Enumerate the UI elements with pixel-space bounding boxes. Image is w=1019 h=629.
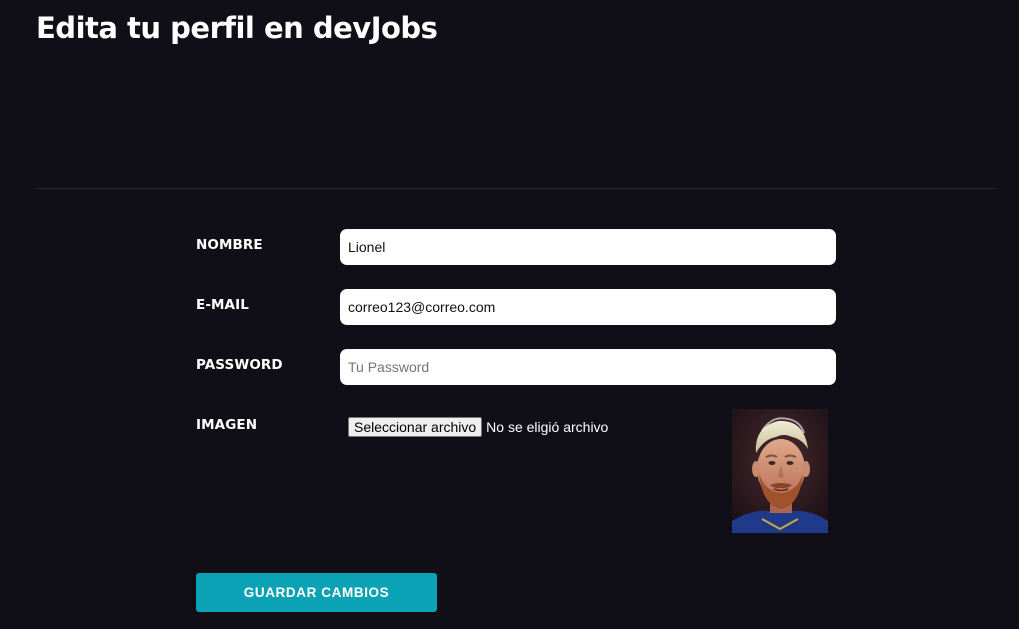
- file-input[interactable]: Seleccionar archivo No se eligió archivo: [348, 417, 608, 437]
- nombre-input[interactable]: [340, 229, 836, 265]
- file-status-text: No se eligió archivo: [486, 419, 609, 435]
- choose-file-button[interactable]: Seleccionar archivo: [348, 417, 483, 437]
- imagen-label: IMAGEN: [196, 417, 258, 433]
- header-divider: [36, 188, 996, 189]
- save-changes-button[interactable]: GUARDAR CAMBIOS: [196, 573, 437, 612]
- page-title: Edita tu perfil en devJobs: [36, 11, 438, 45]
- profile-image: [732, 409, 828, 533]
- email-label: E-MAIL: [196, 297, 249, 313]
- password-input[interactable]: [340, 349, 836, 385]
- email-input[interactable]: [340, 289, 836, 325]
- password-label: PASSWORD: [196, 357, 283, 373]
- nombre-label: NOMBRE: [196, 237, 263, 253]
